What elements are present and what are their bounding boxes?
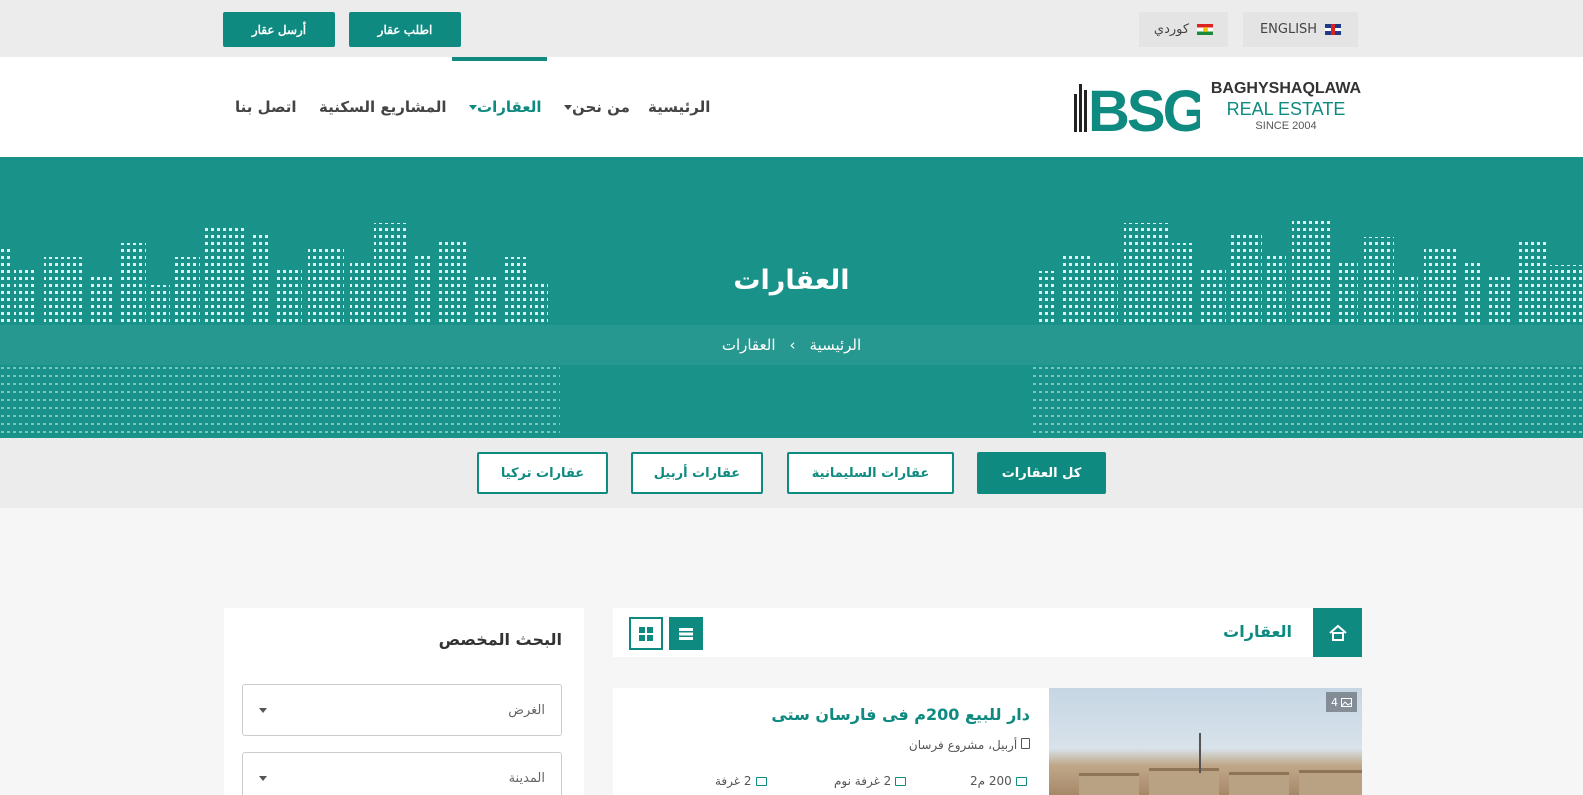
property-location: أربيل، مشروع فرسان xyxy=(640,738,1030,752)
house-icon xyxy=(1328,624,1347,641)
image-icon xyxy=(1341,697,1352,707)
send-property-button[interactable]: أرسل عقار xyxy=(223,12,335,47)
nav-home[interactable]: الرئيسية xyxy=(648,98,710,116)
site-logo[interactable]: BSG BAGHYSHAQLAWA REAL ESTATE SINCE 2004 xyxy=(1072,76,1364,138)
lang-kurdish-button[interactable]: كوردي xyxy=(1139,12,1228,47)
lang-english-button[interactable]: ENGLISH xyxy=(1243,12,1358,47)
property-area-text: 200 م2 xyxy=(970,774,1012,788)
filter-sulaymaniyah-button[interactable]: عقارات السليمانية xyxy=(787,452,954,494)
chevron-down-icon xyxy=(259,707,267,713)
property-title[interactable]: دار للبيع 200م فی فارسان ستی xyxy=(640,705,1030,724)
page-title: العقارات xyxy=(733,265,850,296)
city-select[interactable]: المدينة xyxy=(242,752,562,795)
property-area: 200 م2 xyxy=(970,774,1027,788)
nav-contact[interactable]: اتصل بنا xyxy=(235,98,297,116)
chevron-down-icon xyxy=(469,105,477,110)
property-location-text: أربيل، مشروع فرسان xyxy=(908,738,1018,752)
image-count-badge: 4 xyxy=(1326,692,1357,712)
nav-projects[interactable]: المشاريع السكنية xyxy=(319,98,447,116)
nav-active-indicator xyxy=(452,57,547,61)
purpose-select-value: الغرض xyxy=(508,702,545,718)
chevron-down-icon xyxy=(259,775,267,781)
property-rooms: 2 غرفة xyxy=(715,774,767,788)
bed-icon xyxy=(895,776,907,786)
nav-about-label: من نحن xyxy=(572,98,630,116)
lang-kurdish-label: كوردي xyxy=(1153,22,1190,37)
property-bedrooms: 2 غرفة نوم xyxy=(834,774,907,788)
breadcrumb: الرئيسية › العقارات xyxy=(0,336,1583,354)
sidebar-title: البحث المخصص xyxy=(438,630,562,649)
grid-icon xyxy=(639,626,653,641)
grid-view-button[interactable] xyxy=(629,617,663,650)
svg-text:BSG: BSG xyxy=(1088,79,1200,138)
breadcrumb-current: العقارات xyxy=(721,336,776,354)
hero-banner xyxy=(0,157,1583,438)
filter-all-button[interactable]: كل العقارات xyxy=(977,452,1106,494)
lang-english-label: ENGLISH xyxy=(1259,22,1318,37)
bsg-logo-mark-icon: BSG xyxy=(1074,79,1200,138)
filter-erbil-button[interactable]: عقارات أربيل xyxy=(631,452,763,494)
request-property-button[interactable]: اطلب عقار xyxy=(349,12,461,47)
filter-turkey-button[interactable]: عقارات تركيا xyxy=(477,452,608,494)
city-select-value: المدينة xyxy=(508,770,545,786)
room-icon xyxy=(755,776,767,786)
kurdistan-flag-icon xyxy=(1197,24,1214,35)
area-icon xyxy=(1015,776,1027,786)
nav-properties-label: العقارات xyxy=(477,98,542,116)
breadcrumb-separator: › xyxy=(789,336,796,354)
logo-line3: SINCE 2004 xyxy=(1255,120,1317,132)
property-image[interactable] xyxy=(1049,688,1362,795)
listing-title: العقارات xyxy=(1223,622,1292,641)
property-rooms-text: 2 غرفة xyxy=(715,774,752,788)
uk-flag-icon xyxy=(1325,24,1342,35)
city-skyline-icon xyxy=(0,221,1583,435)
nav-about[interactable]: من نحن xyxy=(560,98,630,116)
chevron-down-icon xyxy=(564,105,572,110)
logo-line1: BAGHYSHAQLAWA xyxy=(1210,80,1362,97)
listing-home-icon xyxy=(1313,608,1362,657)
property-bedrooms-text: 2 غرفة نوم xyxy=(834,774,892,788)
list-icon xyxy=(679,627,693,640)
nav-properties[interactable]: العقارات xyxy=(465,98,542,116)
list-view-button[interactable] xyxy=(669,617,703,650)
logo-line2: REAL ESTATE xyxy=(1226,99,1346,119)
image-count: 4 xyxy=(1331,695,1338,709)
breadcrumb-home[interactable]: الرئيسية xyxy=(810,336,862,354)
building-icon xyxy=(1021,738,1030,749)
purpose-select[interactable]: الغرض xyxy=(242,684,562,736)
